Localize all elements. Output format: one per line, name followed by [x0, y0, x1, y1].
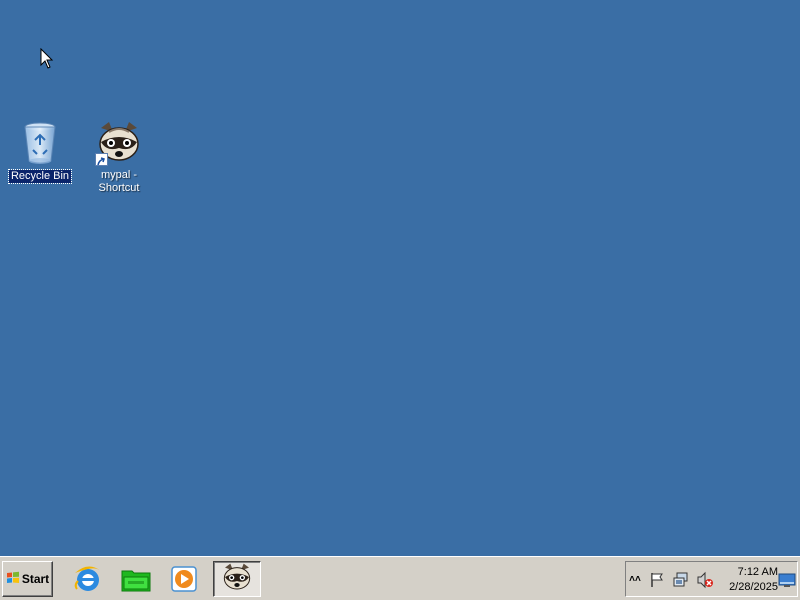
- recycle-bin-icon: [16, 118, 64, 166]
- desktop[interactable]: Recycle Bin mypal - Shortcut: [0, 0, 800, 556]
- expand-tray-icon[interactable]: ˄˄: [629, 571, 641, 589]
- shortcut-arrow-icon: [95, 153, 108, 166]
- desktop-icon-recycle-bin[interactable]: Recycle Bin: [2, 118, 78, 184]
- clock[interactable]: 7:12 AM 2/28/2025: [720, 565, 778, 595]
- mypal-raccoon-icon: [221, 561, 253, 598]
- internet-explorer-icon[interactable]: [72, 563, 104, 595]
- system-tray: ˄˄ 7:12 AM 2/28/2025: [625, 561, 798, 597]
- taskbar: Start ˄˄ 7:12 AM 2/28/2025: [0, 556, 800, 600]
- mypal-raccoon-icon: [95, 118, 143, 166]
- network-icon[interactable]: [672, 571, 690, 589]
- folder-explorer-icon[interactable]: [120, 563, 152, 595]
- show-desktop-icon[interactable]: [778, 571, 796, 589]
- desktop-icon-label: Recycle Bin: [7, 169, 73, 184]
- taskbar-button-mypal[interactable]: [213, 561, 261, 597]
- media-player-icon[interactable]: [168, 563, 200, 595]
- clock-time: 7:12 AM: [737, 566, 778, 578]
- start-button[interactable]: Start: [2, 561, 53, 597]
- start-label: Start: [21, 572, 50, 586]
- clock-date: 2/28/2025: [729, 581, 778, 593]
- action-center-flag-icon[interactable]: [648, 571, 666, 589]
- windows-logo-icon: [6, 571, 20, 588]
- desktop-icon-mypal-shortcut[interactable]: mypal - Shortcut: [81, 118, 157, 196]
- desktop-icon-label: mypal - Shortcut: [98, 169, 140, 194]
- mouse-pointer-icon: [40, 47, 54, 75]
- volume-muted-icon[interactable]: [696, 571, 714, 589]
